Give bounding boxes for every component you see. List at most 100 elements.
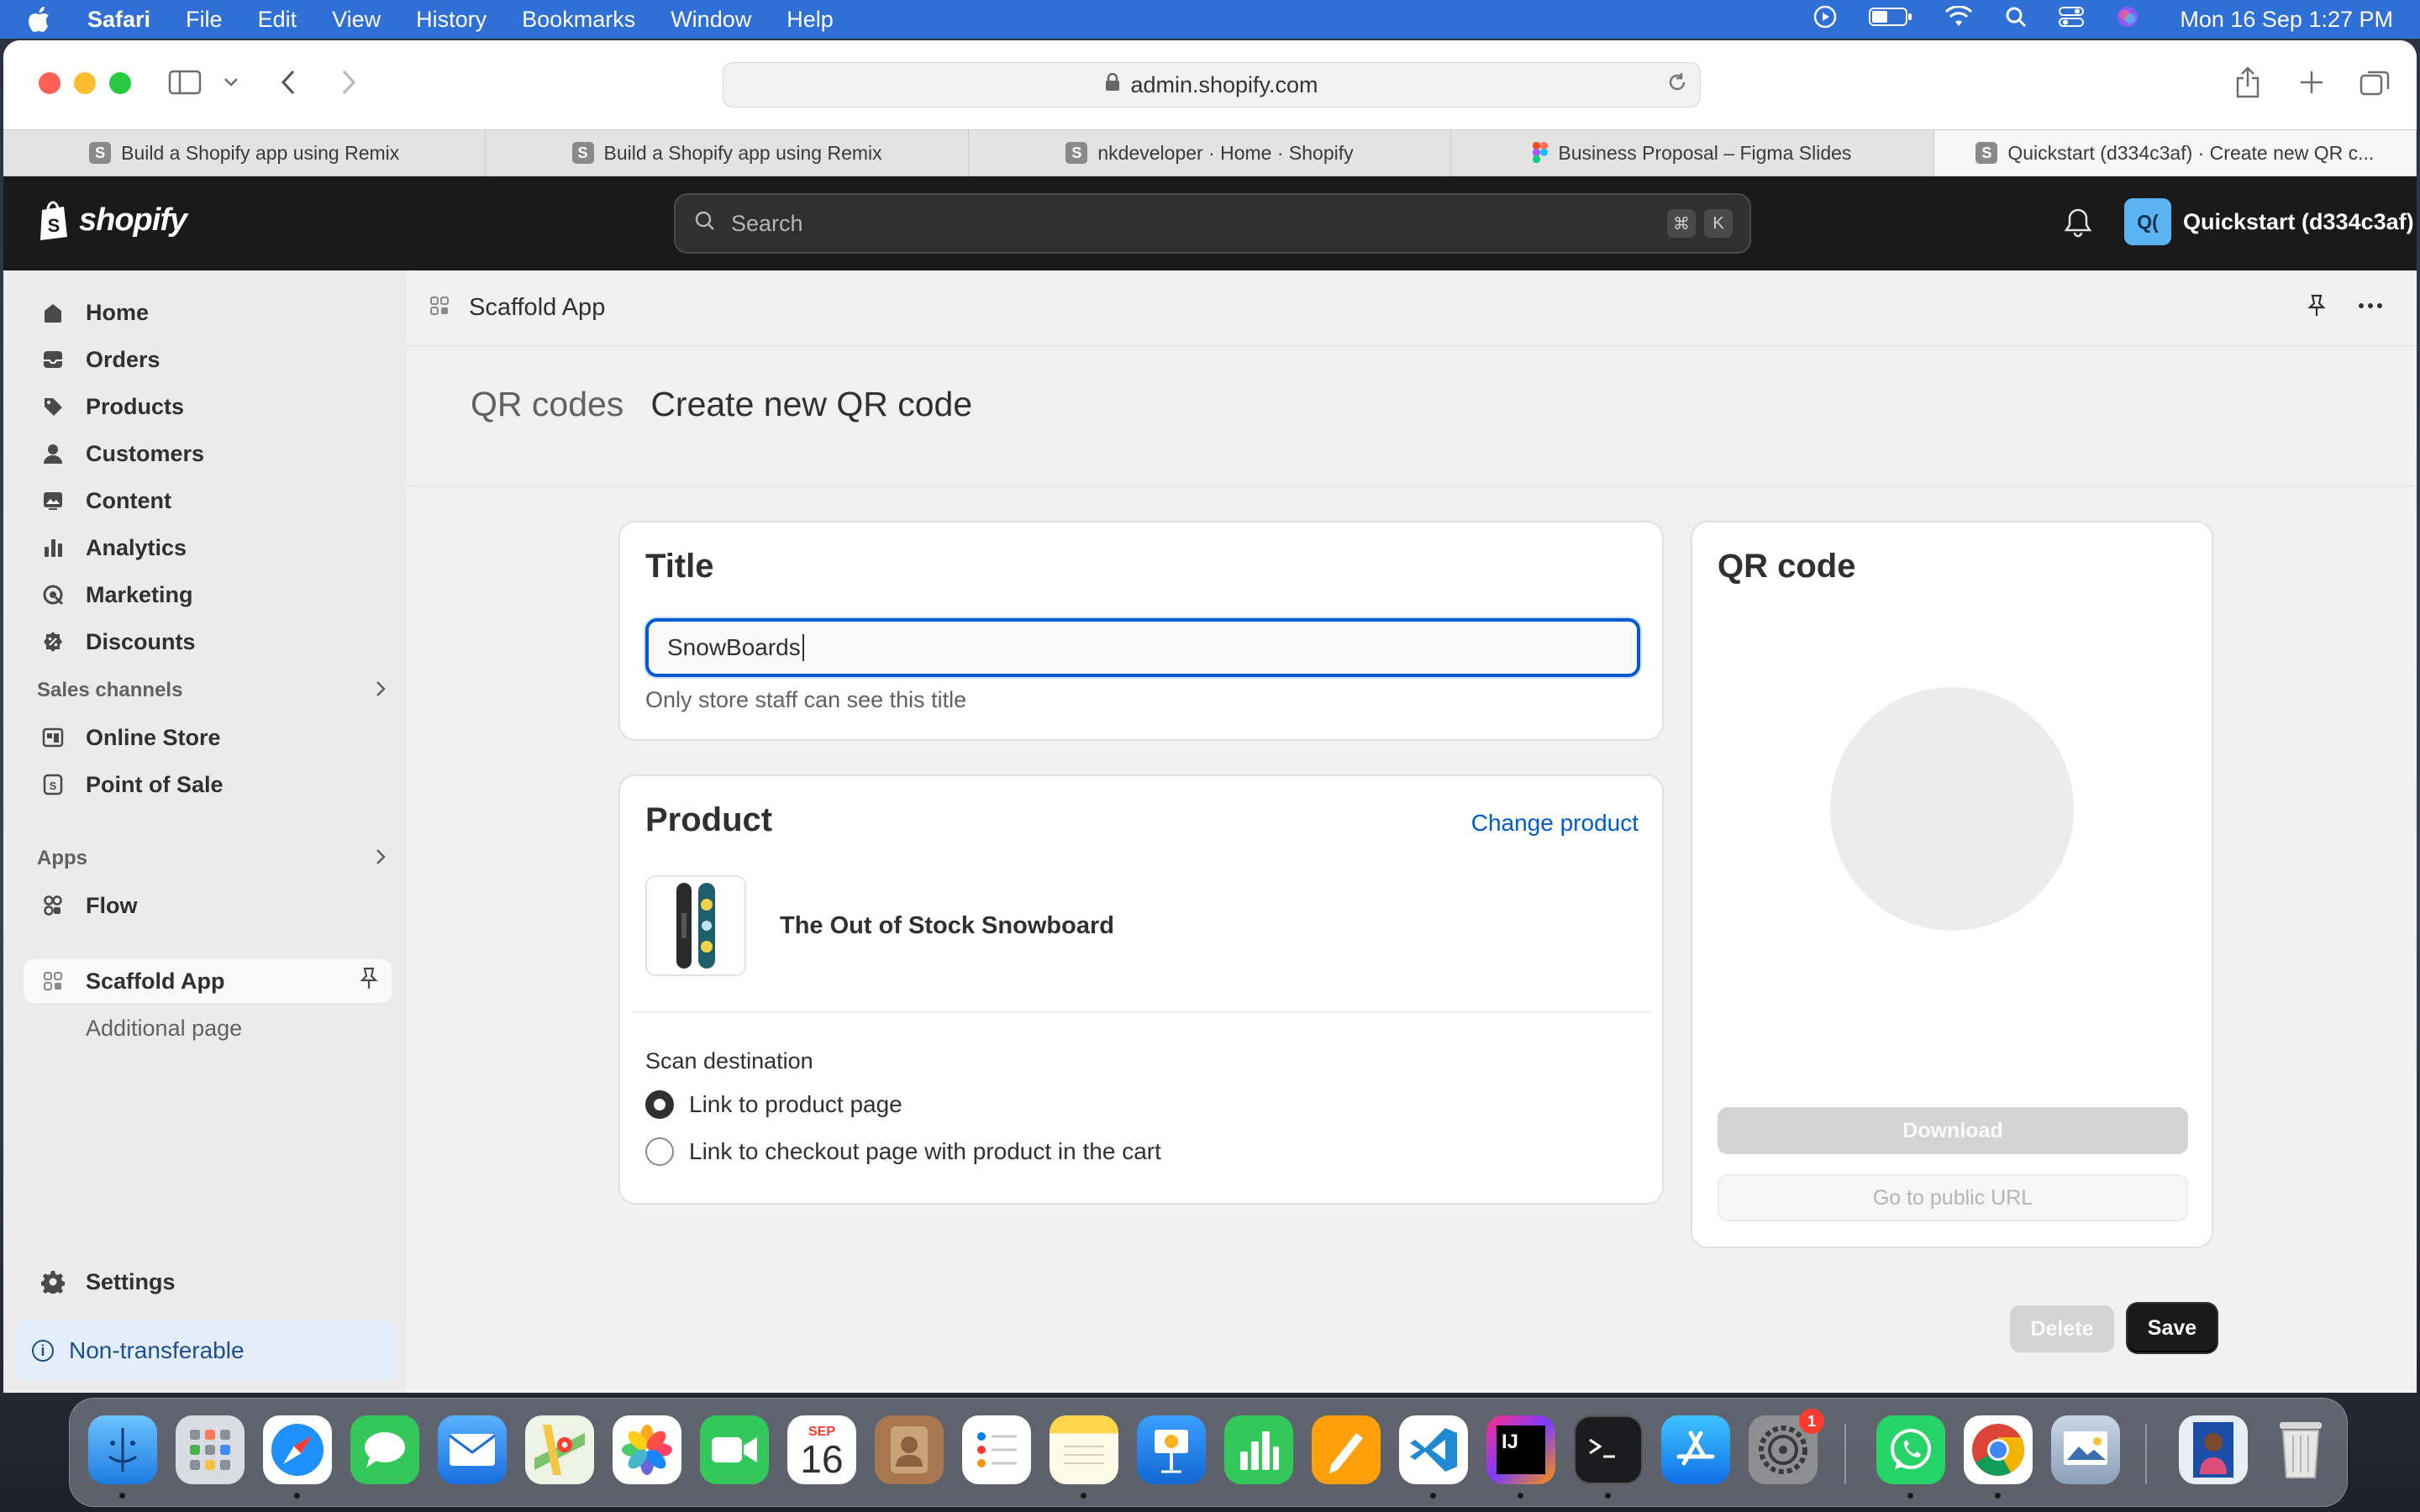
sidebar-item-settings[interactable]: Settings bbox=[24, 1260, 392, 1304]
back-icon[interactable] bbox=[279, 66, 297, 99]
title-input[interactable]: SnowBoards bbox=[645, 618, 1640, 677]
siri-icon[interactable] bbox=[2116, 5, 2139, 34]
menu-window[interactable]: Window bbox=[671, 7, 751, 33]
maps-icon[interactable] bbox=[525, 1415, 594, 1484]
sidebar-item-flow[interactable]: Flow bbox=[24, 884, 392, 927]
whatsapp-icon[interactable] bbox=[1876, 1415, 1945, 1484]
svg-text:S: S bbox=[50, 780, 57, 792]
sidebar-item-customers[interactable]: Customers bbox=[24, 432, 392, 475]
reminders-icon[interactable] bbox=[962, 1415, 1031, 1484]
sidebar-item-orders[interactable]: Orders bbox=[24, 338, 392, 381]
vscode-icon[interactable] bbox=[1399, 1415, 1468, 1484]
messages-icon[interactable] bbox=[350, 1415, 419, 1484]
facetime-icon[interactable] bbox=[700, 1415, 769, 1484]
preview-icon[interactable] bbox=[2051, 1415, 2120, 1484]
qr-placeholder bbox=[1830, 687, 2074, 931]
menu-edit[interactable]: Edit bbox=[258, 7, 297, 33]
battery-icon[interactable] bbox=[1869, 6, 1912, 34]
non-transferable-banner[interactable]: i Non-transferable bbox=[17, 1320, 395, 1381]
app-store-icon[interactable] bbox=[1661, 1415, 1730, 1484]
intellij-icon[interactable]: IJ bbox=[1486, 1415, 1555, 1484]
tab-overview-icon[interactable] bbox=[2360, 66, 2390, 99]
browser-tab[interactable]: S Build a Shopify app using Remix bbox=[486, 130, 969, 176]
shopify-logo[interactable]: S shopify bbox=[37, 200, 187, 240]
keynote-icon[interactable] bbox=[1137, 1415, 1206, 1484]
mail-icon[interactable] bbox=[438, 1415, 507, 1484]
numbers-icon[interactable] bbox=[1224, 1415, 1293, 1484]
safari-icon[interactable] bbox=[263, 1415, 332, 1484]
wifi-icon[interactable] bbox=[1944, 4, 1973, 34]
sidebar-item-analytics[interactable]: Analytics bbox=[24, 526, 392, 570]
browser-tab-active[interactable]: S Quickstart (d334c3af) · Create new QR … bbox=[1933, 130, 2417, 176]
admin-search-bar[interactable]: Search ⌘ K bbox=[674, 193, 1751, 254]
pin-icon[interactable] bbox=[2307, 294, 2326, 322]
store-menu-button[interactable]: Q( Quickstart (d334c3af) bbox=[2124, 198, 2414, 245]
browser-tab[interactable]: S nkdeveloper · Home · Shopify bbox=[969, 130, 1452, 176]
sidebar-item-discounts[interactable]: Discounts bbox=[24, 620, 392, 664]
menu-history[interactable]: History bbox=[416, 7, 487, 33]
close-window-button[interactable] bbox=[39, 72, 60, 94]
sidebar-item-additional-page[interactable]: Additional page bbox=[24, 1006, 392, 1050]
sidebar-item-scaffold-app[interactable]: Scaffold App bbox=[24, 959, 392, 1003]
zoom-window-button[interactable] bbox=[109, 72, 131, 94]
contacts-icon[interactable] bbox=[875, 1415, 944, 1484]
go-to-public-url-button[interactable]: Go to public URL bbox=[1718, 1174, 2188, 1221]
user-photo-icon[interactable] bbox=[2179, 1415, 2248, 1484]
calendar-icon[interactable]: SEP 16 bbox=[787, 1415, 856, 1484]
sales-channels-section[interactable]: Sales channels bbox=[37, 677, 387, 704]
menu-bookmarks[interactable]: Bookmarks bbox=[522, 7, 635, 33]
more-options-icon[interactable] bbox=[2358, 294, 2383, 322]
sidebar-toggle-icon[interactable] bbox=[168, 66, 202, 99]
pages-icon[interactable] bbox=[1312, 1415, 1381, 1484]
notes-icon[interactable] bbox=[1050, 1415, 1118, 1484]
menu-file[interactable]: File bbox=[186, 7, 223, 33]
menu-safari[interactable]: Safari bbox=[87, 7, 150, 33]
address-bar[interactable]: admin.shopify.com bbox=[723, 62, 1701, 108]
breadcrumb-qr-codes[interactable]: QR codes bbox=[471, 385, 623, 424]
browser-tab[interactable]: Business Proposal – Figma Slides bbox=[1451, 130, 1934, 176]
terminal-icon[interactable] bbox=[1574, 1415, 1643, 1484]
chevron-right-icon[interactable] bbox=[375, 845, 387, 872]
browser-tab[interactable]: S Build a Shopify app using Remix bbox=[3, 130, 487, 176]
sidebar-item-content[interactable]: Content bbox=[24, 479, 392, 522]
spotlight-search-icon[interactable] bbox=[2005, 6, 2027, 34]
play-icon[interactable] bbox=[1813, 5, 1837, 34]
control-center-icon[interactable] bbox=[2059, 6, 2085, 34]
radio-product-page[interactable]: Link to product page bbox=[645, 1090, 902, 1119]
app-grid-icon bbox=[40, 969, 66, 994]
radio-checkout-page[interactable]: Link to checkout page with product in th… bbox=[645, 1137, 1161, 1166]
trash-icon[interactable] bbox=[2266, 1415, 2335, 1484]
change-product-link[interactable]: Change product bbox=[1471, 810, 1639, 837]
sidebar-item-home[interactable]: Home bbox=[24, 291, 392, 334]
reload-icon[interactable] bbox=[1666, 71, 1688, 99]
launchpad-icon[interactable] bbox=[176, 1415, 245, 1484]
menu-view[interactable]: View bbox=[332, 7, 381, 33]
chevron-down-icon[interactable] bbox=[224, 66, 239, 99]
pin-icon[interactable] bbox=[360, 967, 378, 996]
chrome-icon[interactable] bbox=[1964, 1415, 2033, 1484]
title-help-text: Only store staff can see this title bbox=[645, 687, 967, 712]
chevron-right-icon[interactable] bbox=[375, 677, 387, 704]
system-settings-icon[interactable]: 1 bbox=[1749, 1409, 1824, 1484]
apps-section[interactable]: Apps bbox=[37, 845, 387, 872]
card-divider bbox=[632, 1011, 1650, 1013]
finder-icon[interactable] bbox=[88, 1415, 157, 1484]
download-button[interactable]: Download bbox=[1718, 1107, 2188, 1154]
apple-icon[interactable] bbox=[27, 5, 52, 34]
share-icon[interactable] bbox=[2235, 66, 2260, 99]
sidebar-item-products[interactable]: Products bbox=[24, 385, 392, 428]
menu-clock[interactable]: Mon 16 Sep 1:27 PM bbox=[2180, 7, 2393, 33]
sidebar-item-marketing[interactable]: Marketing bbox=[24, 573, 392, 617]
notification-bell-icon[interactable] bbox=[2064, 207, 2092, 243]
save-button[interactable]: Save bbox=[2128, 1304, 2217, 1352]
radio-selected[interactable] bbox=[645, 1090, 674, 1119]
photos-icon[interactable] bbox=[613, 1415, 681, 1484]
forward-icon[interactable] bbox=[339, 66, 358, 99]
sidebar-item-online-store[interactable]: Online Store bbox=[24, 716, 392, 759]
minimize-window-button[interactable] bbox=[74, 72, 96, 94]
delete-button[interactable]: Delete bbox=[2010, 1305, 2114, 1352]
sidebar-item-point-of-sale[interactable]: S Point of Sale bbox=[24, 763, 392, 806]
radio-unselected[interactable] bbox=[645, 1137, 674, 1166]
menu-help[interactable]: Help bbox=[786, 7, 834, 33]
new-tab-icon[interactable] bbox=[2299, 66, 2324, 99]
